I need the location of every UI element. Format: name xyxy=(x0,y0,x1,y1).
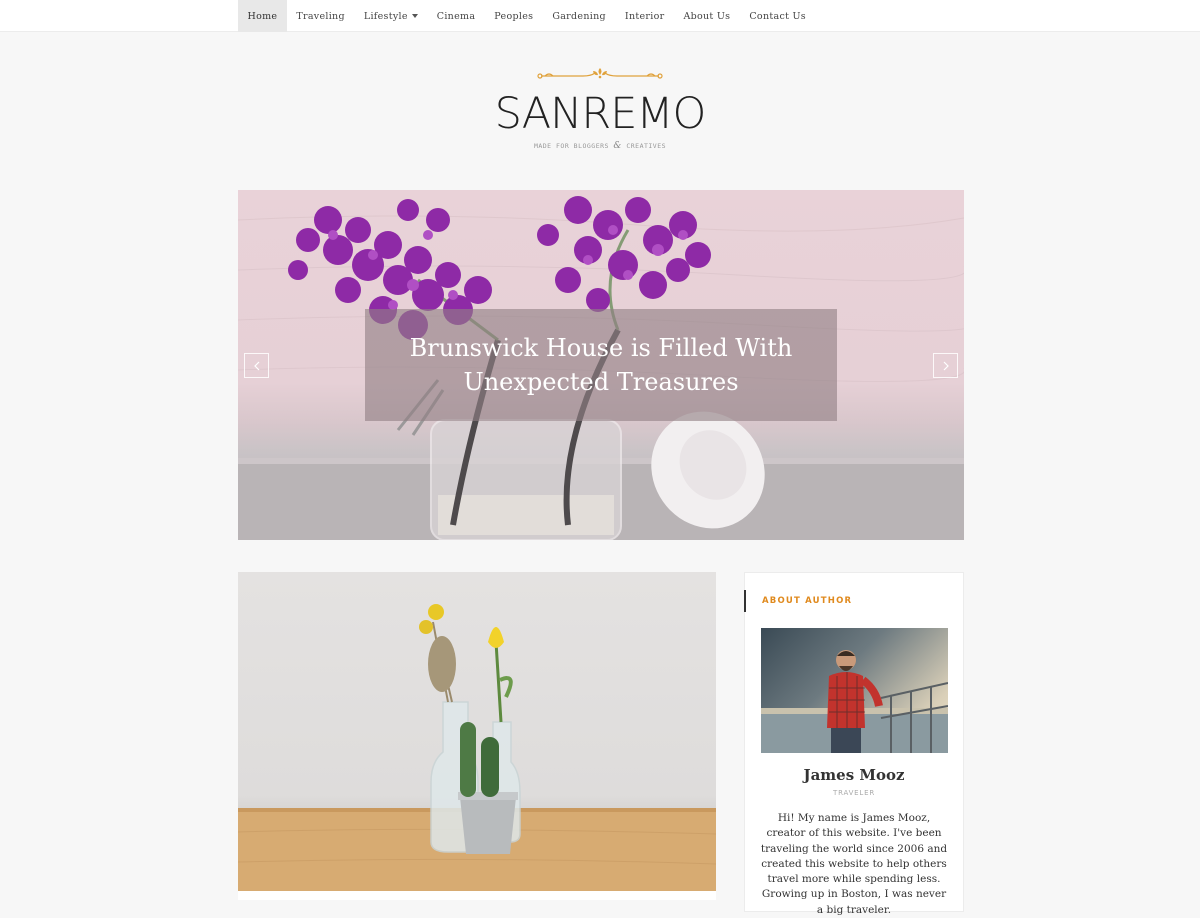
tagline-left: MADE FOR BLOGGERS xyxy=(533,142,609,150)
site-tagline: MADE FOR BLOGGERS & CREATIVES xyxy=(450,141,750,151)
nav-item-interior[interactable]: Interior xyxy=(615,0,674,32)
floral-ornament-icon xyxy=(537,68,663,79)
author-role: TRAVELER xyxy=(833,789,875,797)
slide-caption[interactable]: Brunswick House is Filled With Unexpecte… xyxy=(365,309,837,421)
nav-item-home[interactable]: Home xyxy=(238,0,287,32)
nav-item-gardening[interactable]: Gardening xyxy=(543,0,616,32)
tagline-right: CREATIVES xyxy=(626,142,667,150)
nav-item-cinema[interactable]: Cinema xyxy=(427,0,485,32)
nav-item-peoples[interactable]: Peoples xyxy=(485,0,543,32)
about-author-widget: ABOUT AUTHOR James Mooz TRAVELER Hi! My … xyxy=(744,572,964,916)
slide-title[interactable]: Brunswick House is Filled With Unexpecte… xyxy=(365,331,837,399)
nav-item-contact-us[interactable]: Contact Us xyxy=(740,0,816,32)
author-avatar xyxy=(761,628,948,753)
nav-menu: Home Traveling Lifestyle Cinema Peoples … xyxy=(238,0,816,32)
post-image xyxy=(238,604,716,891)
site-logo[interactable]: SANREMO MADE FOR BLOGGERS & CREATIVES xyxy=(450,60,750,160)
slider-prev-button[interactable] xyxy=(244,353,269,378)
nav-item-label: About Us xyxy=(683,10,731,22)
nav-item-label: Contact Us xyxy=(749,10,806,22)
author-name: James Mooz xyxy=(803,766,905,784)
featured-slider[interactable]: Brunswick House is Filled With Unexpecte… xyxy=(238,190,964,540)
chevron-left-icon xyxy=(253,361,259,370)
tagline-ampersand: & xyxy=(613,141,622,151)
nav-item-label: Gardening xyxy=(552,10,606,22)
author-bio: Hi! My name is James Mooz, creator of th… xyxy=(760,812,948,916)
nav-item-label: Peoples xyxy=(494,10,534,22)
widget-title-bar: ABOUT AUTHOR xyxy=(744,590,851,612)
nav-item-label: Cinema xyxy=(436,10,476,22)
chevron-right-icon xyxy=(943,361,949,370)
nav-item-label: Interior xyxy=(624,10,665,22)
slider-next-button[interactable] xyxy=(933,353,958,378)
nav-item-label: Home xyxy=(247,10,278,22)
caret-down-icon xyxy=(411,14,418,18)
site-title: SANREMO xyxy=(494,89,707,139)
nav-item-traveling[interactable]: Traveling xyxy=(287,0,355,32)
nav-item-label: Traveling xyxy=(296,10,345,22)
author-photo xyxy=(761,650,948,753)
nav-item-about-us[interactable]: About Us xyxy=(674,0,740,32)
nav-item-label: Lifestyle xyxy=(363,10,408,22)
nav-item-lifestyle[interactable]: Lifestyle xyxy=(354,0,427,32)
post-thumbnail[interactable] xyxy=(238,572,716,891)
widget-title: ABOUT AUTHOR xyxy=(762,596,853,606)
post-card xyxy=(238,572,716,900)
top-navigation: Home Traveling Lifestyle Cinema Peoples … xyxy=(0,0,1200,32)
